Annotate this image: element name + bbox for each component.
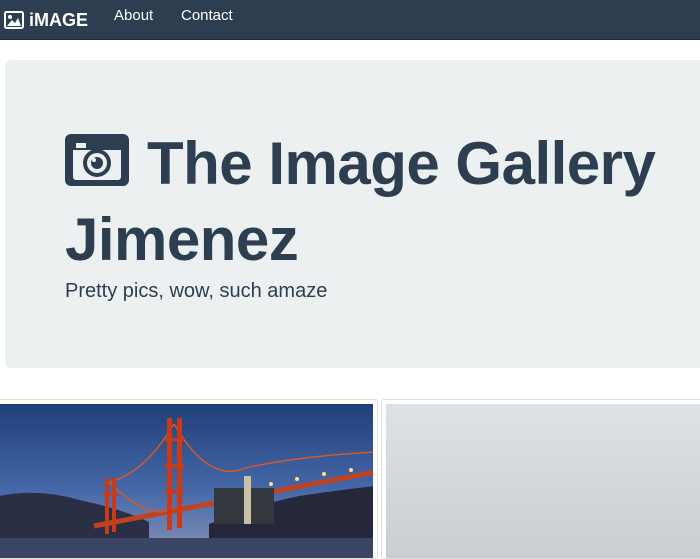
title-line-1: The Image Gallery [147,130,656,197]
gallery-card-2[interactable] [381,399,700,559]
page-title: The Image Gallery Jimenez [65,128,700,276]
nav-link-about[interactable]: About [114,0,153,32]
picture-icon [4,11,24,29]
nav-link-contact[interactable]: Contact [181,0,233,32]
gallery-image-1[interactable] [0,404,373,558]
brand-label: iMAGE [29,9,89,30]
gallery-card-1[interactable] [0,399,378,559]
title-line-2: Jimenez [65,206,299,273]
camera-icon [65,132,129,204]
gallery-image-2[interactable] [386,404,700,558]
navbar: iMAGE About Contact [0,0,700,40]
page-subtitle: Pretty pics, wow, such amaze [65,280,328,302]
jumbotron: The Image Gallery Jimenez Pretty pics, w… [5,60,700,368]
brand-link[interactable]: iMAGE [4,6,88,34]
